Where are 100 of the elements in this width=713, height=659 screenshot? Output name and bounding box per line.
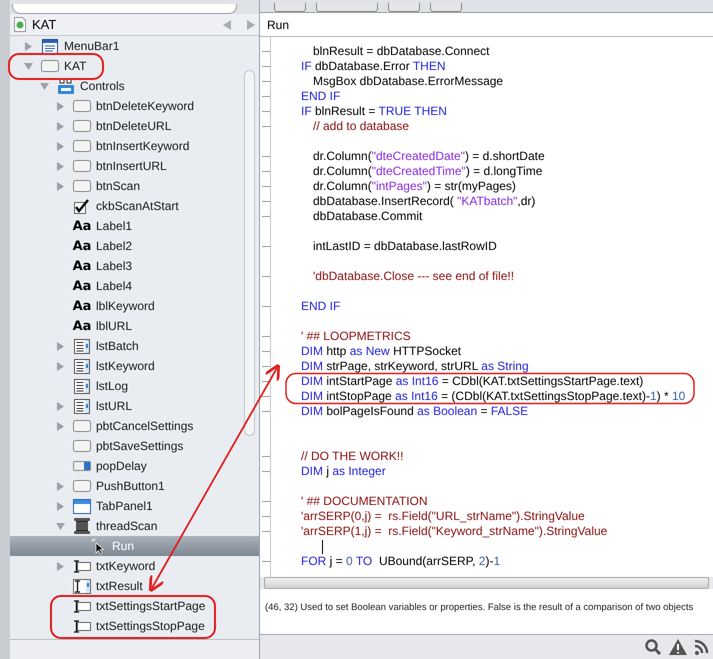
gutter-mark [262,516,270,517]
tree-item-label: lstKeyword [96,358,155,375]
code-line: // add to database [312,119,410,134]
tree-item[interactable]: btnInsertURL [10,156,259,176]
popup-menu-icon [73,460,91,472]
tree-item-label: btnDeleteURL [96,118,172,135]
tree-item-label: MenuBar1 [64,38,120,55]
gutter-mark [262,111,270,112]
expand-triangle-icon[interactable] [56,422,65,430]
expand-triangle-icon[interactable] [56,122,65,130]
tree-item[interactable]: txtSettingsStopPage [10,616,259,636]
toolbar-button[interactable] [430,3,462,12]
expand-triangle-icon[interactable] [56,482,65,490]
tree-item-label: lstURL [96,398,132,415]
tree-item[interactable]: lstLog [10,376,259,396]
tree-item[interactable]: txtResult [10,576,259,596]
navigator-title: KAT [32,16,58,34]
gutter-mark [262,306,270,307]
code-line: dr.Column("dteCreatedDate") = d.shortDate [312,149,545,164]
collapse-triangle-icon[interactable] [40,82,49,90]
tree-item-label: popDelay [96,458,147,475]
tree-item-label: PushButton1 [96,478,165,495]
code-line: DIM bolPageIsFound as Boolean = FALSE [300,404,528,419]
expand-triangle-icon[interactable] [56,342,65,350]
button-icon [73,180,91,192]
warning-icon[interactable] [669,639,687,655]
expand-triangle-icon[interactable] [56,162,65,170]
list-icon [74,358,90,374]
tree-item[interactable]: txtSettingsStartPage [10,596,259,616]
tree-item[interactable]: lstKeyword [10,356,259,376]
collapse-triangle-icon[interactable] [24,62,33,70]
tree-item-label: Run [112,538,134,555]
code-line: DIM intStartPage as Int16 = CDbl(KAT.txtSettingsStartPage.text) [300,374,644,389]
tree-item[interactable]: Aa lblURL [10,316,259,336]
feed-icon[interactable] [695,639,709,655]
checkbox-icon [74,198,90,214]
tree-item[interactable]: popDelay [10,456,259,476]
toolbar-button[interactable] [316,3,378,12]
gutter-mark [262,336,270,337]
tree-item[interactable]: txtKeyword [10,556,259,576]
text-field-icon [73,620,91,632]
help-text: (46, 32) Used to set Boolean variables or properties. False is the result of a comparison of two objects [265,602,694,613]
expand-triangle-icon[interactable] [56,182,65,190]
code-line: IF blnResult = TRUE THEN [300,104,447,119]
tree-item[interactable]: pbtCancelSettings [10,416,259,436]
code-line: dr.Column("intPages") = str(myPages) [312,179,516,194]
forward-arrow-icon[interactable] [246,20,255,30]
expand-triangle-icon[interactable] [56,102,65,110]
expand-triangle-icon[interactable] [56,362,65,370]
horizontal-scrollbar[interactable] [264,577,709,589]
tree-item[interactable]: pbtSaveSettings [10,436,259,456]
label-icon: Aa [72,300,92,312]
tree-item-label: pbtCancelSettings [96,418,194,435]
tree-item-label: lstLog [96,378,128,395]
back-arrow-icon[interactable] [223,20,232,30]
tree-item[interactable]: Controls [10,76,259,96]
toolbar-button[interactable] [388,3,420,12]
gutter-mark [262,171,270,172]
search-icon[interactable] [645,639,661,655]
label-icon: Aa [72,220,92,232]
tree-item[interactable]: btnDeleteKeyword [10,96,259,116]
tree-item[interactable]: btnInsertKeyword [10,136,259,156]
tree-item-label: lstBatch [96,338,139,355]
tree-item[interactable]: btnScan [10,176,259,196]
toolbar-button[interactable] [274,3,306,12]
list-icon [74,398,90,414]
tree-item[interactable]: Aa Label2 [10,236,259,256]
tree-item[interactable]: TabPanel1 [10,496,259,516]
tree-item[interactable]: PushButton1 [10,476,259,496]
tree-item[interactable]: MenuBar1 [10,36,259,56]
project-file-icon [14,17,26,32]
expand-triangle-icon[interactable] [56,402,65,410]
tree-item-label: txtSettingsStopPage [96,618,205,635]
collapse-triangle-icon[interactable] [56,522,65,530]
tree-item-label: Label4 [96,278,132,295]
scrollbar[interactable] [244,70,255,436]
tree-item[interactable]: lstBatch [10,336,259,356]
tree-item[interactable]: btnDeleteURL [10,116,259,136]
tree-item[interactable]: Aa lblKeyword [10,296,259,316]
gutter-mark [262,126,270,127]
expand-triangle-icon[interactable] [56,142,65,150]
tree-item-label: lblKeyword [96,298,155,315]
filter-field[interactable] [12,4,237,14]
tree-item[interactable]: KAT [10,56,259,76]
tree-item[interactable]: ckbScanAtStart [10,196,259,216]
tree-item[interactable]: threadScan [10,516,259,536]
expand-triangle-icon[interactable] [56,562,65,570]
text-cursor [322,540,323,554]
gutter-mark [262,216,270,217]
tree-item[interactable]: Aa Label4 [10,276,259,296]
tree-item[interactable]: Aa Label3 [10,256,259,276]
expand-triangle-icon[interactable] [56,502,65,510]
tree-item-label: ckbScanAtStart [96,198,179,215]
tree-item-label: btnScan [96,178,140,195]
tree-item[interactable]: Aa Label1 [10,216,259,236]
code-line: dbDatabase.Commit [312,209,422,224]
gutter-mark [262,501,270,502]
gutter-mark [262,246,270,247]
expand-triangle-icon[interactable] [24,42,33,50]
tree-item[interactable]: lstURL [10,396,259,416]
